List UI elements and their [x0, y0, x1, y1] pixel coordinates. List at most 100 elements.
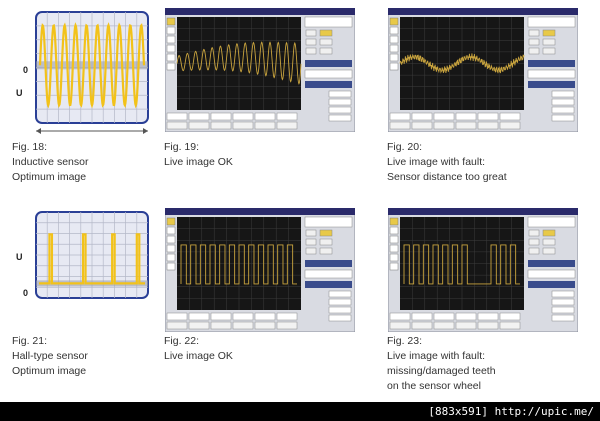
fig20-panel	[387, 7, 579, 137]
scope-option-button	[528, 229, 540, 237]
scope-side-button	[389, 17, 399, 26]
scope-status-field	[411, 112, 433, 121]
scope-status-field	[232, 312, 254, 321]
scope-status-field	[433, 321, 455, 330]
scope-side-button	[389, 35, 399, 44]
scope-side-button	[389, 262, 399, 271]
scope-option-button	[528, 47, 540, 55]
scope-status-field	[210, 121, 232, 130]
scope-option-button	[542, 238, 556, 246]
scope-value-field	[527, 269, 576, 279]
scope-value-field	[328, 90, 352, 98]
scope-status-field	[188, 112, 210, 121]
scope-side-button	[166, 35, 176, 44]
figure-sheet: U 0 U 0 Fig. 18: Inductive sensor Optimu…	[0, 0, 600, 402]
scope-side-button	[166, 62, 176, 71]
scope-side-button	[166, 17, 176, 26]
scope-status-field	[254, 312, 276, 321]
scope-option-button	[319, 38, 333, 46]
image-host-footer: [883x591] http://upic.me/	[428, 405, 594, 418]
scope-option-button	[319, 229, 333, 237]
fig20-oscilloscope-screenshot	[387, 7, 579, 133]
scope-status-field	[455, 321, 477, 330]
scope-option-button	[305, 247, 317, 255]
fig19-panel	[164, 7, 356, 137]
caption-line: Live image with fault:	[387, 156, 486, 168]
scope-titlebar	[165, 8, 355, 15]
scope-status-field	[166, 121, 188, 130]
scope-status-field	[254, 112, 276, 121]
scope-status-field	[232, 121, 254, 130]
scope-value-field	[551, 90, 575, 98]
scope-status-field	[166, 321, 188, 330]
scope-status-field	[232, 112, 254, 121]
scope-value-field	[328, 98, 352, 106]
fig18-diagram	[35, 11, 149, 134]
scope-value-field	[304, 269, 353, 279]
scope-status-field	[477, 121, 499, 130]
scope-option-button	[528, 29, 540, 37]
scope-value-field	[551, 314, 575, 322]
scope-status-field	[433, 121, 455, 130]
scope-side-button	[389, 253, 399, 262]
scope-status-field	[499, 121, 521, 130]
scope-section-header	[305, 260, 352, 267]
fig19-oscilloscope-screenshot	[164, 7, 356, 133]
caption-line: Live image with fault:	[387, 350, 486, 362]
scope-dropdown	[304, 216, 353, 228]
scope-status-field	[254, 121, 276, 130]
scope-section-header	[305, 60, 352, 67]
scope-section-header	[305, 81, 352, 88]
scope-option-button	[319, 47, 333, 55]
scope-value-field	[328, 314, 352, 322]
scope-status-field	[499, 312, 521, 321]
scope-value-field	[527, 69, 576, 79]
caption-line: Fig. 19:	[164, 141, 200, 153]
scope-status-field	[210, 312, 232, 321]
scope-side-button	[389, 26, 399, 35]
scope-status-field	[477, 112, 499, 121]
scope-option-button	[542, 38, 556, 46]
caption-line: Fig. 20:	[387, 141, 423, 153]
scope-side-button	[166, 262, 176, 271]
scope-side-button	[389, 53, 399, 62]
time-arrow-head	[143, 128, 148, 134]
scope-dropdown	[304, 16, 353, 28]
scope-value-field	[551, 298, 575, 306]
scope-status-field	[499, 112, 521, 121]
zero-band	[36, 61, 148, 70]
scope-status-field	[188, 121, 210, 130]
caption-line: Hall-type sensor	[12, 350, 88, 362]
fig22-panel	[164, 207, 356, 337]
scope-status-field	[276, 312, 298, 321]
scope-side-button	[166, 26, 176, 35]
scope-status-field	[276, 121, 298, 130]
scope-status-field	[433, 112, 455, 121]
fig19-caption: Fig. 19: Live image OK	[164, 140, 233, 170]
scope-status-field	[166, 312, 188, 321]
scope-status-field	[166, 112, 188, 121]
caption-line: Fig. 23:	[387, 335, 423, 347]
scope-titlebar	[388, 8, 578, 15]
scope-status-field	[389, 321, 411, 330]
scope-option-button	[542, 29, 556, 37]
scope-titlebar	[165, 208, 355, 215]
scope-value-field	[551, 98, 575, 106]
scope-side-button	[166, 217, 176, 226]
fig23-oscilloscope-screenshot	[387, 207, 579, 333]
scope-status-field	[389, 312, 411, 321]
scope-option-button	[305, 47, 317, 55]
fig23-panel	[387, 207, 579, 337]
scope-side-button	[166, 53, 176, 62]
scope-side-button	[166, 244, 176, 253]
caption-line: Live image OK	[164, 350, 233, 362]
scope-side-button	[389, 217, 399, 226]
scope-side-button	[389, 44, 399, 53]
fig18-caption: Fig. 18: Inductive sensor Optimum image	[12, 140, 88, 185]
scope-value-field	[551, 106, 575, 114]
scope-status-field	[477, 312, 499, 321]
scope-option-button	[528, 38, 540, 46]
scope-option-button	[305, 229, 317, 237]
scope-section-header	[528, 60, 575, 67]
caption-line: on the sensor wheel	[387, 380, 481, 392]
